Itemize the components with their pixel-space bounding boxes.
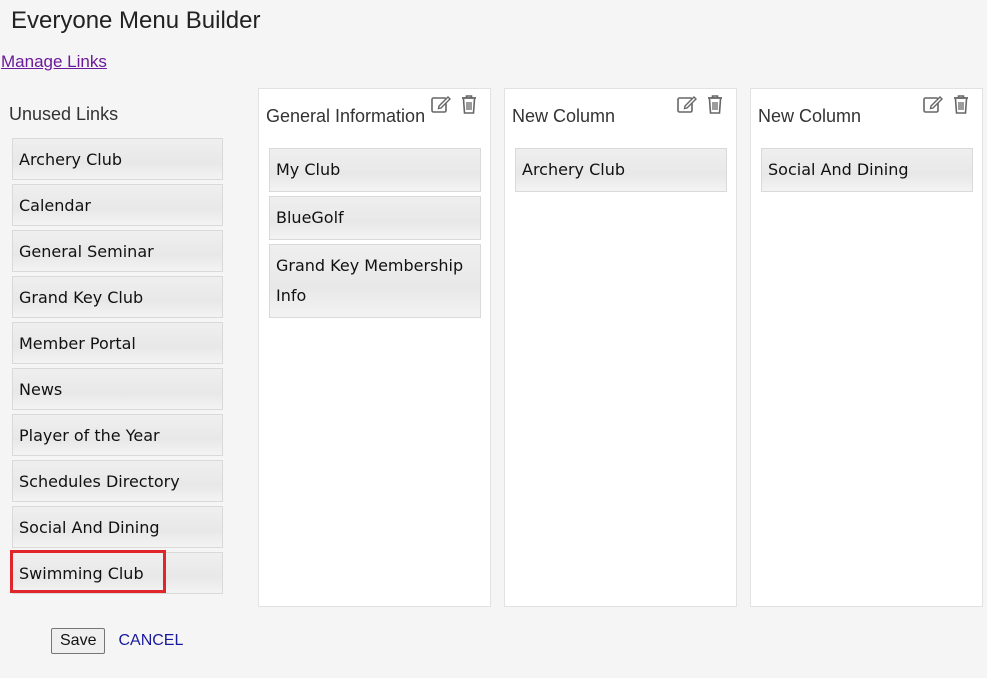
- edit-icon[interactable]: [922, 93, 944, 115]
- unused-link-social-and-dining[interactable]: Social And Dining: [12, 506, 223, 548]
- unused-links-list: Archery Club Calendar General Seminar Gr…: [10, 138, 223, 598]
- link-label: Player of the Year: [19, 425, 160, 445]
- trash-icon[interactable]: [458, 93, 480, 115]
- unused-links-title: Unused Links: [9, 104, 119, 124]
- column-actions: [676, 93, 726, 115]
- column-links: Archery Club: [515, 148, 727, 196]
- link-label: Social And Dining: [19, 517, 160, 537]
- menu-column-3: New Column Social And Dining: [750, 88, 983, 607]
- menu-column-1: General Information My Club BlueGolf Gra…: [258, 88, 491, 607]
- link-label: Calendar: [19, 195, 91, 215]
- column-title: General Information: [266, 106, 426, 126]
- unused-link-schedules-directory[interactable]: Schedules Directory: [12, 460, 223, 502]
- unused-link-archery-club[interactable]: Archery Club: [12, 138, 223, 180]
- link-label: Grand Key Membership Info: [276, 256, 464, 305]
- footer-actions: Save CANCEL: [51, 628, 183, 654]
- trash-icon[interactable]: [950, 93, 972, 115]
- link-label: BlueGolf: [276, 208, 344, 227]
- column-links: My Club BlueGolf Grand Key Membership In…: [269, 148, 481, 322]
- column-link-grand-key-membership-info[interactable]: Grand Key Membership Info: [269, 244, 481, 318]
- unused-link-swimming-club[interactable]: Swimming Club: [10, 550, 223, 594]
- link-label: General Seminar: [19, 241, 154, 261]
- unused-link-general-seminar[interactable]: General Seminar: [12, 230, 223, 272]
- link-label: Swimming Club: [19, 563, 144, 583]
- column-links: Social And Dining: [761, 148, 973, 196]
- link-label: Grand Key Club: [19, 287, 144, 307]
- unused-link-news[interactable]: News: [12, 368, 223, 410]
- unused-link-member-portal[interactable]: Member Portal: [12, 322, 223, 364]
- column-title: New Column: [512, 106, 616, 126]
- save-button[interactable]: Save: [51, 628, 106, 654]
- link-label: My Club: [276, 160, 341, 179]
- menu-column-2: New Column Archery Club: [504, 88, 737, 607]
- column-actions: [922, 93, 972, 115]
- link-label: Schedules Directory: [19, 471, 180, 491]
- unused-link-player-of-the-year[interactable]: Player of the Year: [12, 414, 223, 456]
- cancel-link[interactable]: CANCEL: [118, 632, 183, 650]
- unused-link-grand-key-club[interactable]: Grand Key Club: [12, 276, 223, 318]
- link-label: News: [19, 379, 63, 399]
- trash-icon[interactable]: [704, 93, 726, 115]
- unused-link-calendar[interactable]: Calendar: [12, 184, 223, 226]
- column-actions: [430, 93, 480, 115]
- link-label: Member Portal: [19, 333, 136, 353]
- edit-icon[interactable]: [676, 93, 698, 115]
- edit-icon[interactable]: [430, 93, 452, 115]
- column-link-my-club[interactable]: My Club: [269, 148, 481, 192]
- link-label: Social And Dining: [768, 160, 909, 179]
- column-link-archery-club[interactable]: Archery Club: [515, 148, 727, 192]
- column-link-social-and-dining[interactable]: Social And Dining: [761, 148, 973, 192]
- column-title: New Column: [758, 106, 862, 126]
- link-label: Archery Club: [522, 160, 625, 179]
- page-title: Everyone Menu Builder: [11, 7, 261, 34]
- manage-links-link[interactable]: Manage Links: [1, 52, 107, 72]
- column-link-bluegolf[interactable]: BlueGolf: [269, 196, 481, 240]
- link-label: Archery Club: [19, 149, 122, 169]
